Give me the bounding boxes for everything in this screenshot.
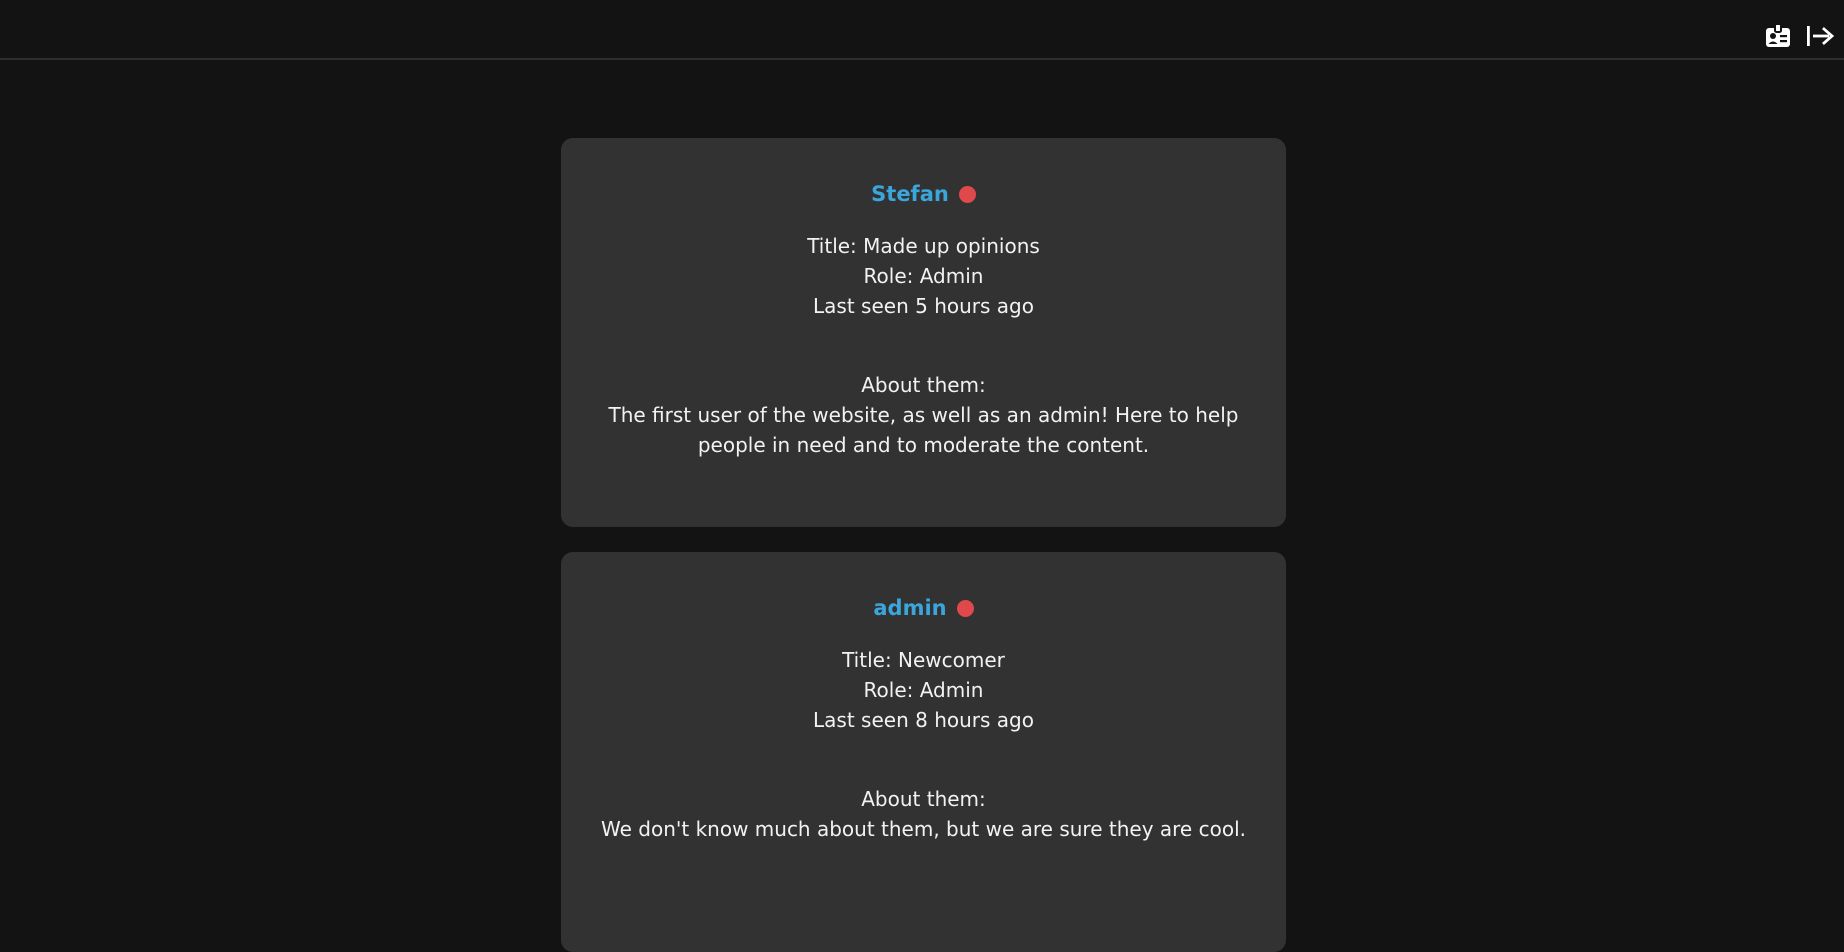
user-role: Role: Admin [863,678,984,702]
user-last-seen: Last seen 5 hours ago [813,294,1034,318]
user-last-seen: Last seen 8 hours ago [813,708,1034,732]
about-text: We don't know much about them, but we ar… [601,817,1246,841]
user-card: Stefan Title: Made up opinions Role: Adm… [561,138,1286,527]
header-actions [1763,21,1835,51]
about-label: About them: [861,787,986,811]
user-title: Title: Newcomer [842,648,1005,672]
user-about: About them: The first user of the websit… [561,370,1286,460]
id-card-icon[interactable] [1763,21,1793,51]
top-navigation-bar [0,0,1844,60]
users-list: Stefan Title: Made up opinions Role: Adm… [0,62,1844,952]
user-header: admin [561,593,1286,623]
user-header: Stefan [561,179,1286,209]
user-details: Title: Newcomer Role: Admin Last seen 8 … [561,645,1286,735]
user-role: Role: Admin [863,264,984,288]
user-about: About them: We don't know much about the… [561,784,1286,844]
status-indicator [956,599,974,617]
about-label: About them: [861,373,986,397]
logout-arrow-icon[interactable] [1805,21,1835,51]
user-card: admin Title: Newcomer Role: Admin Last s… [561,552,1286,952]
user-name-link[interactable]: Stefan [871,182,949,206]
user-details: Title: Made up opinions Role: Admin Last… [561,231,1286,321]
user-name-link[interactable]: admin [873,596,946,620]
about-text: The first user of the website, as well a… [608,403,1239,457]
status-indicator [958,185,976,203]
user-title: Title: Made up opinions [807,234,1040,258]
